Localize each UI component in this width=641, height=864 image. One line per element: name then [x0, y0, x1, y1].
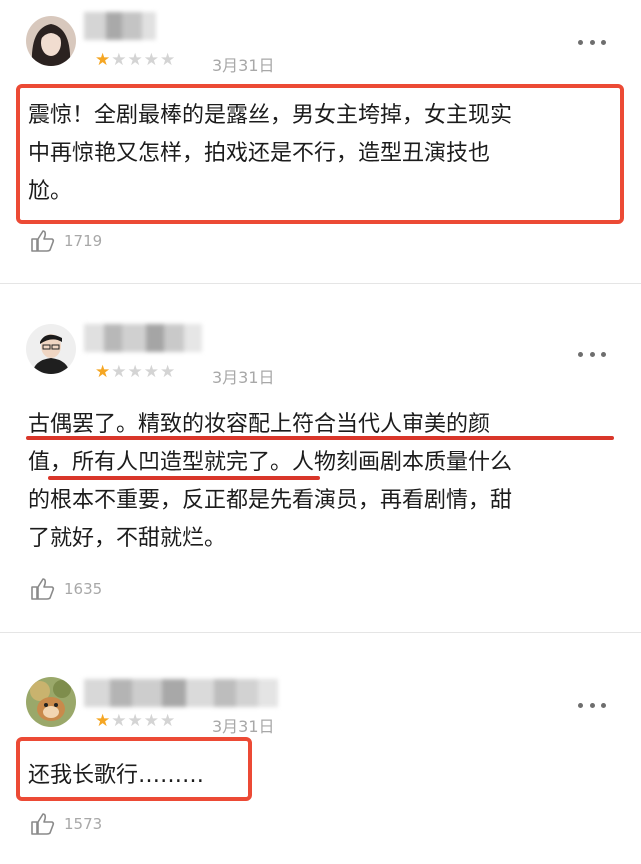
review-card-1: ★★★★★ 3月31日 震惊！全剧最棒的是露丝，男女主垮掉，女主现实 中再惊艳又…: [0, 0, 641, 280]
review-text: 还我长歌行………: [28, 757, 618, 795]
like-button[interactable]: 1635: [30, 576, 102, 602]
avatar[interactable]: [26, 324, 76, 374]
avatar-image: [26, 16, 76, 66]
more-dots-icon[interactable]: [578, 350, 606, 358]
star-icon: ★★★★: [111, 50, 177, 70]
username-blurred: [84, 12, 156, 40]
more-dots-icon[interactable]: [578, 701, 606, 709]
review-text-line: 了就好，不甜就烂。: [28, 526, 227, 551]
star-icon: ★: [95, 711, 112, 731]
username-blurred: [84, 324, 202, 352]
star-icon: ★: [95, 50, 112, 70]
star-rating: ★★★★★: [95, 364, 176, 381]
review-text-line: 古偶罢了。精致的妆容配上符合当代人审美的颜: [28, 412, 491, 437]
like-count: 1635: [64, 580, 103, 598]
avatar[interactable]: [26, 16, 76, 66]
review-text-line: 值，所有人凹造型就完了。人物刻画剧本质量什么: [28, 450, 513, 475]
review-text: 震惊！全剧最棒的是露丝，男女主垮掉，女主现实 中再惊艳又怎样，拍戏还是不行，造型…: [28, 97, 618, 211]
thumbs-up-icon: [31, 813, 55, 835]
review-date: 3月31日: [212, 56, 275, 75]
like-count: 1573: [64, 815, 103, 833]
star-rating: ★★★★★: [95, 713, 176, 730]
avatar-image: [26, 324, 76, 374]
star-icon: ★: [95, 362, 112, 382]
review-card-3: ★★★★★ 3月31日 还我长歌行……… 1573: [0, 633, 641, 864]
username-blurred: [84, 679, 278, 707]
star-icon: ★★★★: [111, 711, 177, 731]
avatar[interactable]: [26, 677, 76, 727]
thumbs-up-icon: [31, 578, 55, 600]
review-text-line: 中再惊艳又怎样，拍戏还是不行，造型丑演技也: [28, 141, 491, 166]
review-text-line: 还我长歌行………: [28, 763, 205, 788]
review-date: 3月31日: [212, 368, 275, 387]
review-text: 古偶罢了。精致的妆容配上符合当代人审美的颜 值，所有人凹造型就完了。人物刻画剧本…: [28, 406, 618, 558]
like-count: 1719: [64, 232, 103, 250]
star-rating: ★★★★★: [95, 52, 176, 69]
like-button[interactable]: 1573: [30, 811, 102, 837]
review-text-line: 震惊！全剧最棒的是露丝，男女主垮掉，女主现实: [28, 103, 513, 128]
review-card-2: ★★★★★ 3月31日 古偶罢了。精致的妆容配上符合当代人审美的颜 值，所有人凹…: [0, 284, 641, 632]
review-text-line: 尬。: [28, 179, 73, 204]
star-icon: ★★★★: [111, 362, 177, 382]
review-text-line: 的根本不重要，反正都是先看演员，再看剧情，甜: [28, 488, 513, 513]
more-dots-icon[interactable]: [578, 38, 606, 46]
review-date: 3月31日: [212, 717, 275, 736]
like-button[interactable]: 1719: [30, 228, 102, 254]
avatar-image: [26, 677, 76, 727]
thumbs-up-icon: [31, 230, 55, 252]
